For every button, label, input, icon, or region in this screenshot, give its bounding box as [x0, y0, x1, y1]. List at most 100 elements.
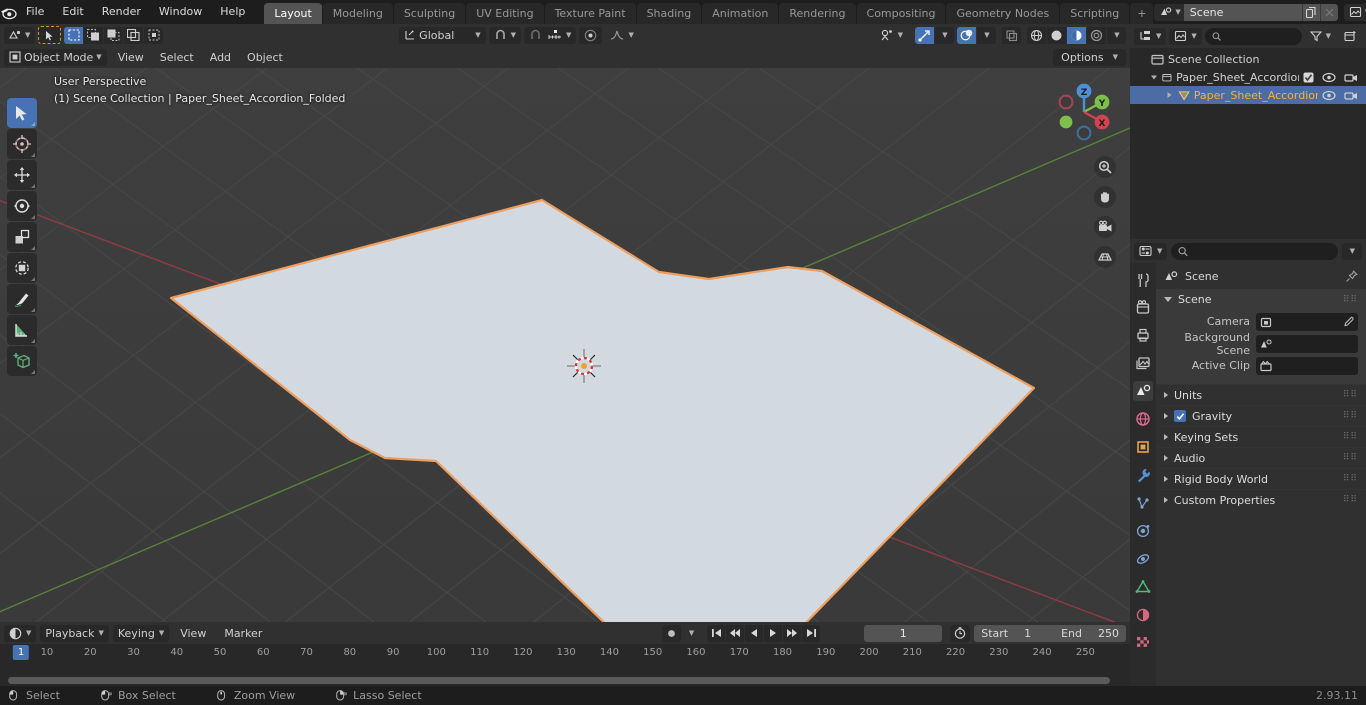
properties-tab-output[interactable]	[1133, 325, 1153, 345]
properties-tab-tool[interactable]	[1133, 269, 1153, 289]
gizmo-icon[interactable]	[915, 26, 934, 44]
viewport-menu-select[interactable]: Select	[153, 49, 201, 66]
measure-tool[interactable]	[7, 315, 37, 345]
select-subtract-button[interactable]	[104, 26, 124, 44]
visibility-dropdown[interactable]: ▼	[875, 27, 908, 44]
keying-menu[interactable]: Keying ▼	[112, 624, 170, 642]
menu-render[interactable]: Render	[93, 3, 150, 21]
properties-tab-material[interactable]	[1133, 605, 1153, 625]
shading-material-icon[interactable]	[1067, 26, 1086, 44]
play-icon[interactable]	[764, 624, 783, 642]
outliner-search-box[interactable]	[1204, 27, 1302, 45]
transform-tool[interactable]	[7, 253, 37, 283]
jump-prev-keyframe-icon[interactable]	[726, 624, 745, 642]
scene-name[interactable]: Scene	[1183, 3, 1302, 21]
properties-panel-keying-sets[interactable]: Keying Sets ⠿⠿	[1156, 426, 1366, 447]
blender-logo-icon[interactable]	[0, 5, 17, 20]
select-extend-button[interactable]	[84, 26, 104, 44]
editor-type-icon[interactable]: ▼	[4, 26, 36, 44]
properties-tab-data[interactable]	[1133, 577, 1153, 597]
scale-tool[interactable]	[7, 222, 37, 252]
overlays-dropdown[interactable]: ▼	[977, 26, 996, 44]
shading-wireframe-icon[interactable]	[1027, 26, 1046, 44]
xray-icon[interactable]	[1002, 26, 1021, 44]
outliner-display-mode-icon[interactable]: ▼	[1134, 27, 1167, 45]
menu-window[interactable]: Window	[150, 3, 211, 21]
properties-panel-audio[interactable]: Audio ⠿⠿	[1156, 447, 1366, 468]
timeline-ruler[interactable]: 10 20 30 40 50 60 70 80 90 100 110 120 130 140 150 160 1…	[0, 644, 1130, 664]
properties-panel-units[interactable]: Units ⠿⠿	[1156, 384, 1366, 405]
workspace-tab-animation[interactable]: Animation	[702, 3, 779, 24]
auto-keying-dropdown[interactable]: ▼	[685, 625, 697, 642]
timeline-view-menu[interactable]: View	[173, 625, 213, 642]
proportional-editing-button[interactable]	[579, 26, 603, 44]
annotate-tool[interactable]	[7, 284, 37, 314]
panel-drag-handle[interactable]: ⠿⠿	[1343, 453, 1358, 463]
menu-edit[interactable]: Edit	[53, 3, 92, 21]
property-value-field[interactable]	[1256, 334, 1358, 353]
frame-range-fields[interactable]: Start 1 End 250	[974, 624, 1126, 642]
jump-next-keyframe-icon[interactable]	[783, 624, 802, 642]
move-tool[interactable]	[7, 160, 37, 190]
panel-drag-handle[interactable]: ⠿⠿	[1343, 474, 1358, 484]
timeline-playhead[interactable]: 1	[12, 645, 30, 660]
scene-panel-header[interactable]: Scene ⠿⠿	[1156, 289, 1366, 310]
viewport-menu-add[interactable]: Add	[203, 49, 238, 66]
filter-id-icon[interactable]: ▼	[1169, 27, 1202, 45]
scene-icon[interactable]: ▼	[1154, 3, 1184, 21]
properties-panel-gravity[interactable]: Gravity ⠿⠿	[1156, 405, 1366, 426]
workspace-tab-uv-editing[interactable]: UV Editing	[466, 3, 544, 24]
properties-tab-constraints[interactable]	[1133, 549, 1153, 569]
panel-drag-handle[interactable]: ⠿⠿	[1343, 411, 1358, 421]
shading-solid-icon[interactable]	[1047, 26, 1066, 44]
workspace-tab-layout[interactable]: Layout	[264, 3, 322, 24]
viewport-menu-view[interactable]: View	[111, 49, 151, 66]
panel-checkbox[interactable]	[1174, 410, 1186, 422]
play-reverse-icon[interactable]	[745, 624, 764, 642]
workspace-tab-sculpting[interactable]: Sculpting	[393, 3, 466, 24]
jump-to-end-icon[interactable]	[802, 624, 821, 642]
workspace-tab-texture-paint[interactable]: Texture Paint	[544, 3, 636, 24]
snap-target-dropdown[interactable]: ▼	[524, 26, 577, 44]
proportional-falloff-dropdown[interactable]: ▼	[605, 27, 638, 44]
disclosure-collapsed-icon[interactable]	[1164, 91, 1174, 99]
menu-file[interactable]: File	[17, 3, 53, 21]
rotate-tool[interactable]	[7, 191, 37, 221]
properties-tab-world[interactable]	[1133, 409, 1153, 429]
panel-drag-handle[interactable]: ⠿⠿	[1343, 295, 1358, 305]
workspace-tab-modeling[interactable]: Modeling	[322, 3, 393, 24]
transform-orientation-dropdown[interactable]: Global ▼	[399, 26, 486, 44]
timeline-editor-icon[interactable]: ▼	[4, 624, 37, 642]
properties-tab-view-layer[interactable]	[1133, 353, 1153, 373]
eye-visibility-icon[interactable]	[1322, 90, 1336, 101]
disclosure-expanded-icon[interactable]	[1150, 73, 1158, 81]
zoom-icon[interactable]	[1094, 156, 1116, 178]
mode-dropdown[interactable]: Object Mode ▼	[4, 48, 107, 66]
jump-to-start-icon[interactable]	[707, 624, 726, 642]
3d-viewport[interactable]: User Perspective (1) Scene Collection | …	[0, 68, 1130, 622]
new-collection-icon[interactable]	[1339, 28, 1362, 45]
workspace-tab-geometry-nodes[interactable]: Geometry Nodes	[946, 3, 1060, 24]
properties-tab-texture[interactable]	[1133, 633, 1153, 653]
camera-render-visibility-icon[interactable]	[1344, 90, 1358, 101]
properties-tab-modifiers[interactable]	[1133, 465, 1153, 485]
pin-icon[interactable]	[1345, 270, 1358, 283]
properties-options-dropdown[interactable]: ▼	[1341, 242, 1362, 260]
panel-drag-handle[interactable]: ⠿⠿	[1343, 390, 1358, 400]
properties-editor-icon[interactable]: ▼	[1134, 242, 1168, 260]
paper-sheet-mesh-object[interactable]	[0, 68, 1130, 622]
scene-selector[interactable]: ▼ Scene	[1154, 3, 1338, 21]
camera-view-icon[interactable]	[1094, 216, 1116, 238]
menu-help[interactable]: Help	[211, 3, 254, 21]
view-layer-selector[interactable]: ▼ View Layer	[1343, 3, 1366, 21]
shading-rendered-icon[interactable]	[1087, 26, 1106, 44]
eyedropper-icon[interactable]	[1342, 316, 1354, 328]
viewport-menu-object[interactable]: Object	[240, 49, 290, 66]
properties-tab-scene[interactable]	[1133, 381, 1153, 401]
hand-pan-icon[interactable]	[1094, 186, 1116, 208]
new-scene-button[interactable]	[1301, 3, 1320, 21]
workspace-tab-shading[interactable]: Shading	[636, 3, 702, 24]
unlink-scene-button[interactable]	[1319, 3, 1338, 21]
add-workspace-button[interactable]: +	[1130, 3, 1154, 24]
cursor-tool[interactable]	[7, 129, 37, 159]
